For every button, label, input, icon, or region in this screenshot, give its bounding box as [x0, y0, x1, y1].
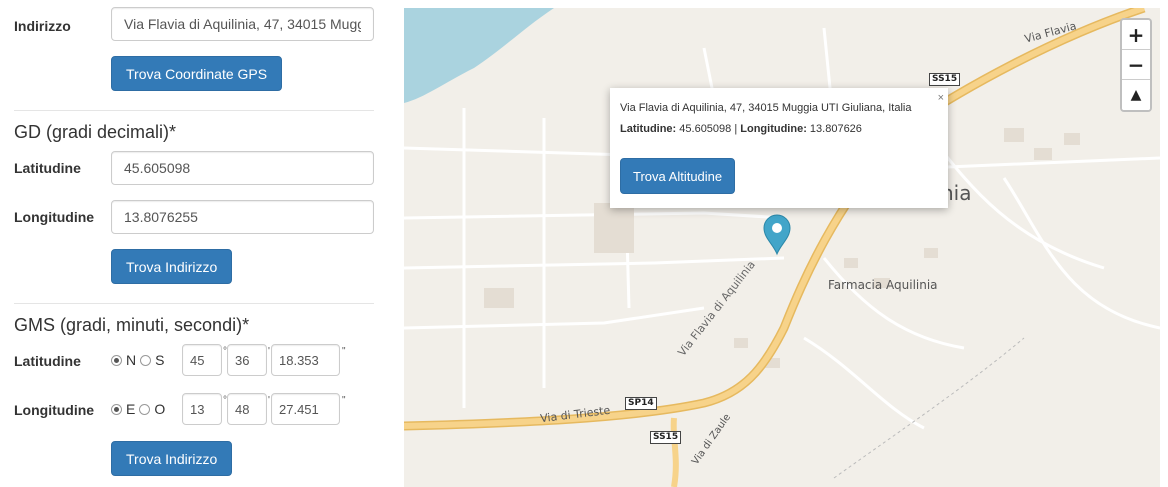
gd-lon-input[interactable]: [111, 200, 374, 234]
radio-n-label: N: [126, 352, 137, 368]
lat-minutes-input[interactable]: [227, 344, 267, 376]
lon-degrees-input[interactable]: [182, 393, 222, 425]
lon-direction-group: E O: [111, 393, 169, 425]
radio-e-label: E: [126, 401, 136, 417]
popup-lon-label: Longitudine:: [740, 123, 807, 135]
map-popup: × Via Flavia di Aquilinia, 47, 34015 Mug…: [610, 88, 948, 208]
shield-sp14: SP14: [625, 397, 657, 410]
popup-lat-label: Latitudine:: [620, 123, 677, 135]
radio-o-label: O: [154, 401, 166, 417]
lat-direction-group: N S: [111, 344, 168, 376]
zoom-out-button[interactable]: −: [1122, 50, 1150, 80]
address-input[interactable]: [111, 7, 374, 41]
divider: [14, 303, 374, 304]
map-tiles: [404, 8, 1160, 487]
find-altitude-button[interactable]: Trova Altitudine: [620, 158, 736, 194]
gd-lat-input[interactable]: [111, 151, 374, 185]
gms-heading: GMS (gradi, minuti, secondi)*: [14, 315, 250, 335]
second-symbol: ": [342, 346, 346, 357]
lat-degrees-input[interactable]: [182, 344, 222, 376]
find-gps-button[interactable]: Trova Coordinate GPS: [111, 56, 283, 91]
radio-s[interactable]: [140, 354, 152, 366]
lon-minutes-input[interactable]: [227, 393, 267, 425]
zoom-in-button[interactable]: +: [1122, 20, 1150, 50]
radio-n[interactable]: [111, 354, 122, 366]
gms-lat-label: Latitudine: [14, 353, 81, 369]
divider: [14, 110, 374, 111]
address-label: Indirizzo: [14, 18, 71, 34]
zoom-control: + − ▲: [1120, 18, 1152, 112]
map-view[interactable]: Via Flavia SS15 nia Farmacia Aquilinia V…: [404, 8, 1160, 487]
shield-ss15-top: SS15: [929, 73, 961, 86]
gms-lon-label: Longitudine: [14, 402, 95, 418]
gd-find-address-button[interactable]: Trova Indirizzo: [111, 249, 233, 284]
radio-e[interactable]: [111, 403, 122, 415]
minute-symbol: ': [268, 395, 270, 406]
map-label-farmacia: Farmacia Aquilinia: [828, 278, 938, 292]
minute-symbol: ': [268, 346, 270, 357]
popup-address: Via Flavia di Aquilinia, 47, 34015 Muggi…: [620, 102, 912, 114]
compass-reset-button[interactable]: ▲: [1122, 80, 1150, 110]
popup-lat-value: 45.605098: [679, 123, 732, 135]
radio-s-label: S: [155, 352, 165, 368]
gms-find-address-button[interactable]: Trova Indirizzo: [111, 441, 233, 476]
popup-separator: |: [734, 123, 738, 135]
shield-ss15-bottom: SS15: [650, 431, 682, 444]
popup-close-icon[interactable]: ×: [938, 92, 944, 104]
radio-o[interactable]: [139, 403, 151, 415]
lat-seconds-input[interactable]: [271, 344, 340, 376]
second-symbol: ": [342, 395, 346, 406]
gd-heading: GD (gradi decimali)*: [14, 122, 177, 142]
popup-lon-value: 13.807626: [809, 123, 862, 135]
popup-coordinates: Latitudine: 45.605098 | Longitudine: 13.…: [620, 123, 862, 135]
lon-seconds-input[interactable]: [271, 393, 340, 425]
gd-lat-label: Latitudine: [14, 160, 81, 176]
gd-lon-label: Longitudine: [14, 209, 95, 225]
coordinates-form: Indirizzo Trova Coordinate GPS GD (gradi…: [0, 0, 384, 487]
